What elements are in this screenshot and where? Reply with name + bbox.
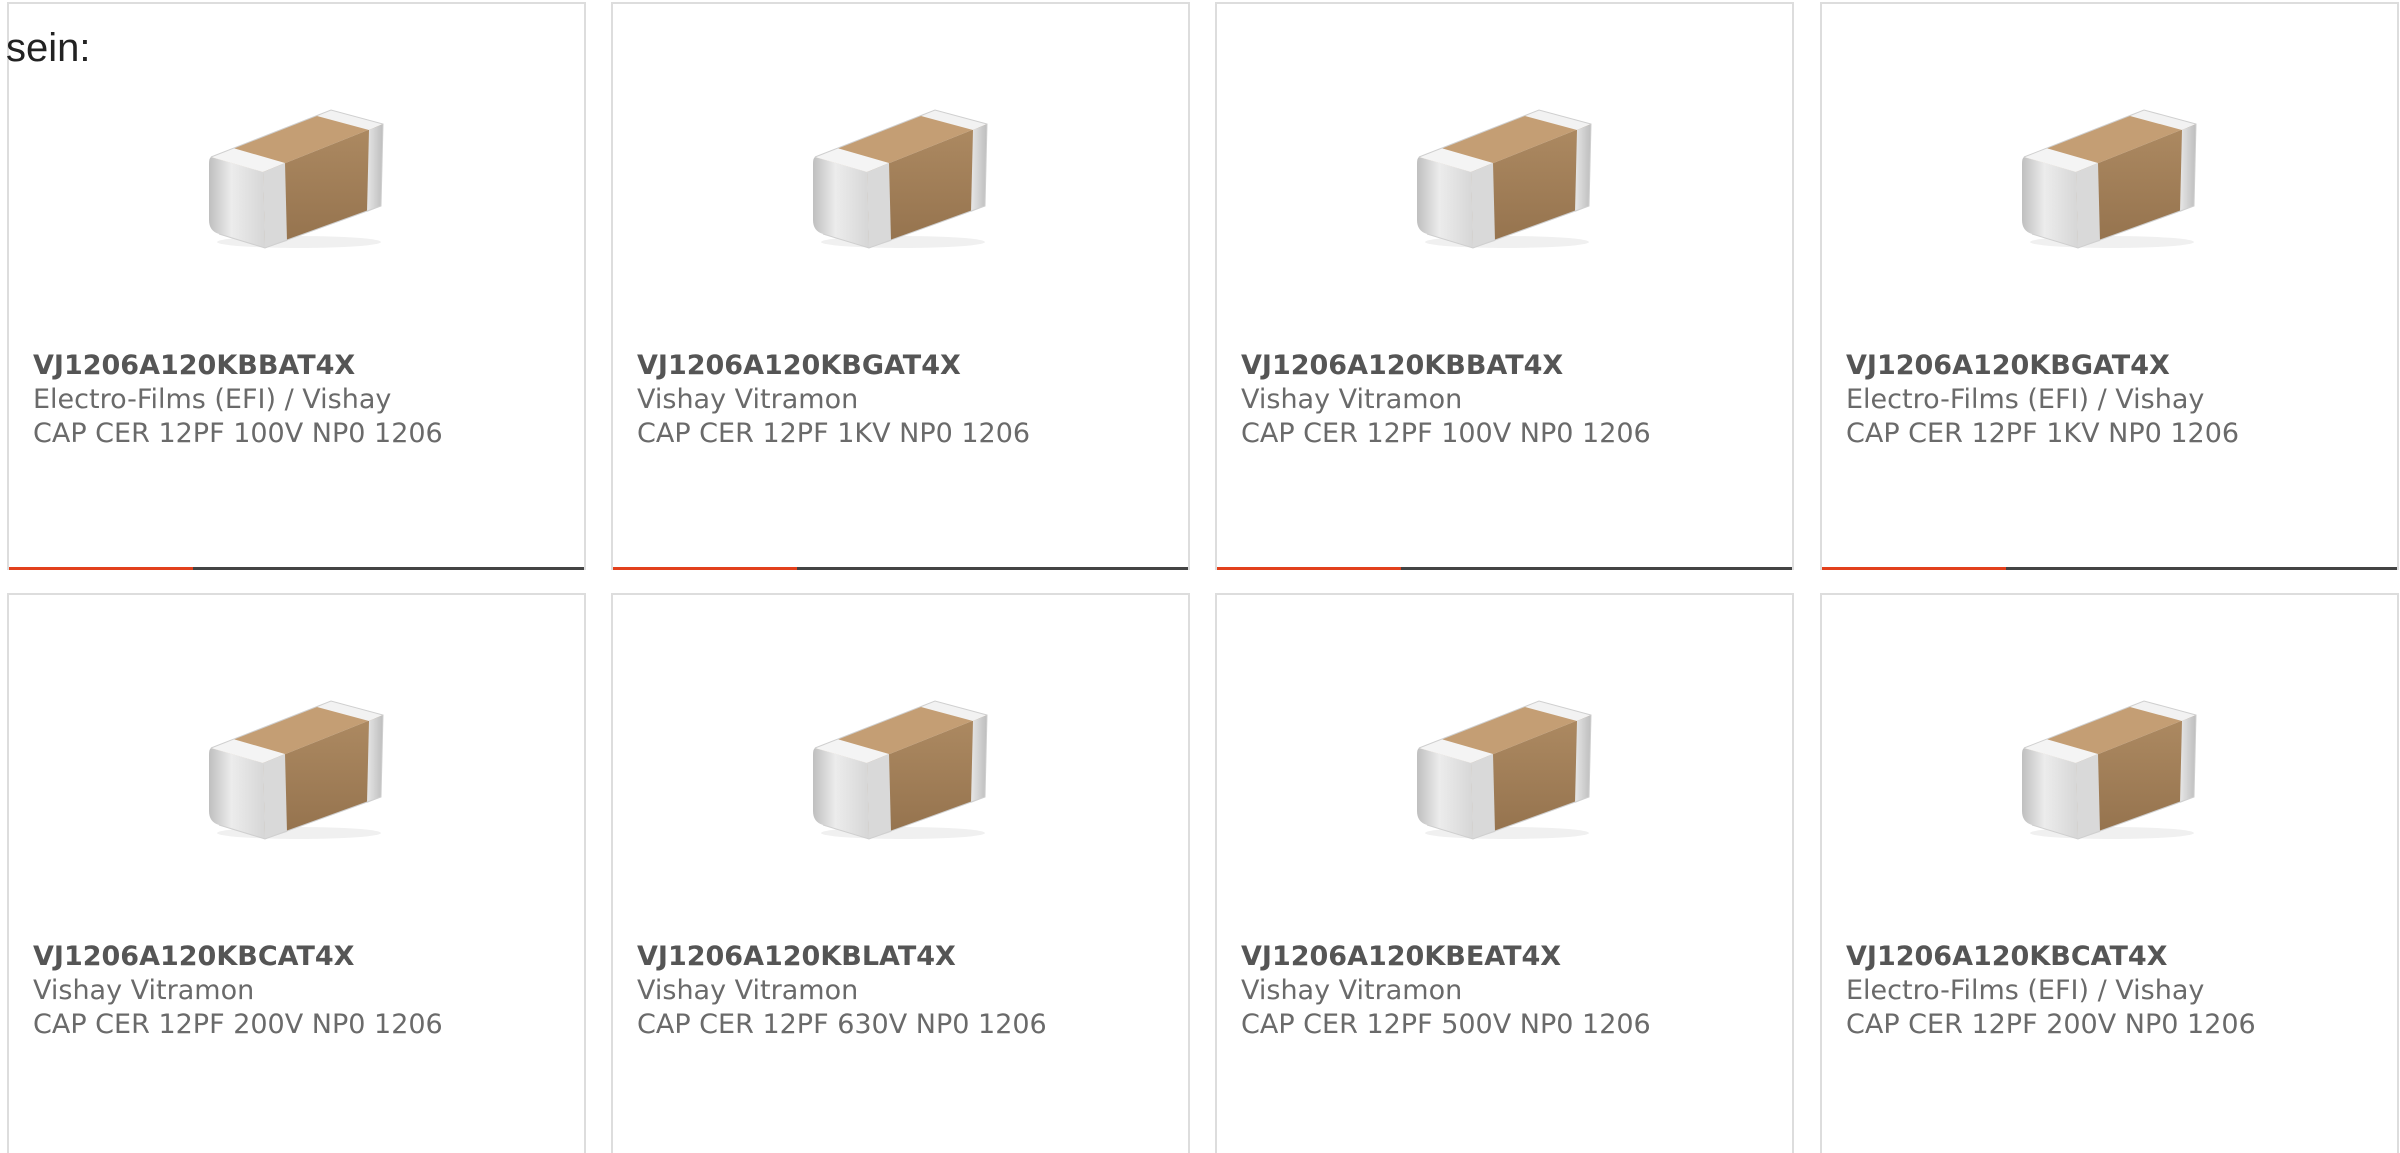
product-card[interactable]: VJ1206A120KBBAT4X Electro-Films (EFI) / …	[7, 2, 586, 570]
product-description: CAP CER 12PF 200V NP0 1206	[33, 1009, 443, 1040]
manufacturer: Vishay Vitramon	[1241, 384, 1463, 415]
progress-fill	[1217, 567, 1401, 570]
part-number[interactable]: VJ1206A120KBBAT4X	[1241, 349, 1782, 383]
progress-fill	[1822, 567, 2006, 570]
capacitor-chip-icon	[811, 693, 991, 843]
progress-bar	[9, 567, 584, 570]
manufacturer: Vishay Vitramon	[637, 975, 859, 1006]
product-info: VJ1206A120KBGAT4X Vishay Vitramon CAP CE…	[637, 349, 1178, 451]
part-number[interactable]: VJ1206A120KBEAT4X	[1241, 940, 1782, 974]
capacitor-chip-icon	[1415, 102, 1595, 252]
manufacturer: Vishay Vitramon	[637, 384, 859, 415]
product-description: CAP CER 12PF 100V NP0 1206	[1241, 418, 1651, 449]
product-card[interactable]: VJ1206A120KBCAT4X Vishay Vitramon CAP CE…	[7, 593, 586, 1153]
manufacturer: Electro-Films (EFI) / Vishay	[33, 384, 392, 415]
product-description: CAP CER 12PF 1KV NP0 1206	[1846, 418, 2240, 449]
capacitor-chip-icon	[2020, 693, 2200, 843]
product-description: CAP CER 12PF 200V NP0 1206	[1846, 1009, 2256, 1040]
progress-fill	[9, 567, 193, 570]
product-info: VJ1206A120KBGAT4X Electro-Films (EFI) / …	[1846, 349, 2387, 451]
manufacturer: Vishay Vitramon	[33, 975, 255, 1006]
progress-bar	[1822, 567, 2397, 570]
capacitor-chip-icon	[207, 102, 387, 252]
product-info: VJ1206A120KBBAT4X Vishay Vitramon CAP CE…	[1241, 349, 1782, 451]
product-grid: VJ1206A120KBBAT4X Electro-Films (EFI) / …	[7, 2, 2400, 1153]
part-number[interactable]: VJ1206A120KBGAT4X	[637, 349, 1178, 383]
product-info: VJ1206A120KBLAT4X Vishay Vitramon CAP CE…	[637, 940, 1178, 1042]
product-info: VJ1206A120KBEAT4X Vishay Vitramon CAP CE…	[1241, 940, 1782, 1042]
progress-fill	[613, 567, 797, 570]
product-card[interactable]: VJ1206A120KBGAT4X Electro-Films (EFI) / …	[1820, 2, 2399, 570]
product-card[interactable]: VJ1206A120KBBAT4X Vishay Vitramon CAP CE…	[1215, 2, 1794, 570]
product-card[interactable]: VJ1206A120KBLAT4X Vishay Vitramon CAP CE…	[611, 593, 1190, 1153]
product-description: CAP CER 12PF 630V NP0 1206	[637, 1009, 1047, 1040]
part-number[interactable]: VJ1206A120KBLAT4X	[637, 940, 1178, 974]
capacitor-chip-icon	[207, 693, 387, 843]
product-card[interactable]: VJ1206A120KBGAT4X Vishay Vitramon CAP CE…	[611, 2, 1190, 570]
capacitor-chip-icon	[2020, 102, 2200, 252]
part-number[interactable]: VJ1206A120KBGAT4X	[1846, 349, 2387, 383]
product-info: VJ1206A120KBCAT4X Electro-Films (EFI) / …	[1846, 940, 2387, 1042]
progress-bar	[613, 567, 1188, 570]
intro-text: sein:	[6, 26, 91, 70]
product-card[interactable]: VJ1206A120KBEAT4X Vishay Vitramon CAP CE…	[1215, 593, 1794, 1153]
product-card[interactable]: VJ1206A120KBCAT4X Electro-Films (EFI) / …	[1820, 593, 2399, 1153]
product-description: CAP CER 12PF 1KV NP0 1206	[637, 418, 1031, 449]
product-info: VJ1206A120KBBAT4X Electro-Films (EFI) / …	[33, 349, 574, 451]
manufacturer: Electro-Films (EFI) / Vishay	[1846, 384, 2205, 415]
part-number[interactable]: VJ1206A120KBCAT4X	[33, 940, 574, 974]
manufacturer: Electro-Films (EFI) / Vishay	[1846, 975, 2205, 1006]
product-description: CAP CER 12PF 100V NP0 1206	[33, 418, 443, 449]
progress-bar	[1217, 567, 1792, 570]
part-number[interactable]: VJ1206A120KBBAT4X	[33, 349, 574, 383]
part-number[interactable]: VJ1206A120KBCAT4X	[1846, 940, 2387, 974]
manufacturer: Vishay Vitramon	[1241, 975, 1463, 1006]
product-info: VJ1206A120KBCAT4X Vishay Vitramon CAP CE…	[33, 940, 574, 1042]
product-description: CAP CER 12PF 500V NP0 1206	[1241, 1009, 1651, 1040]
capacitor-chip-icon	[1415, 693, 1595, 843]
capacitor-chip-icon	[811, 102, 991, 252]
